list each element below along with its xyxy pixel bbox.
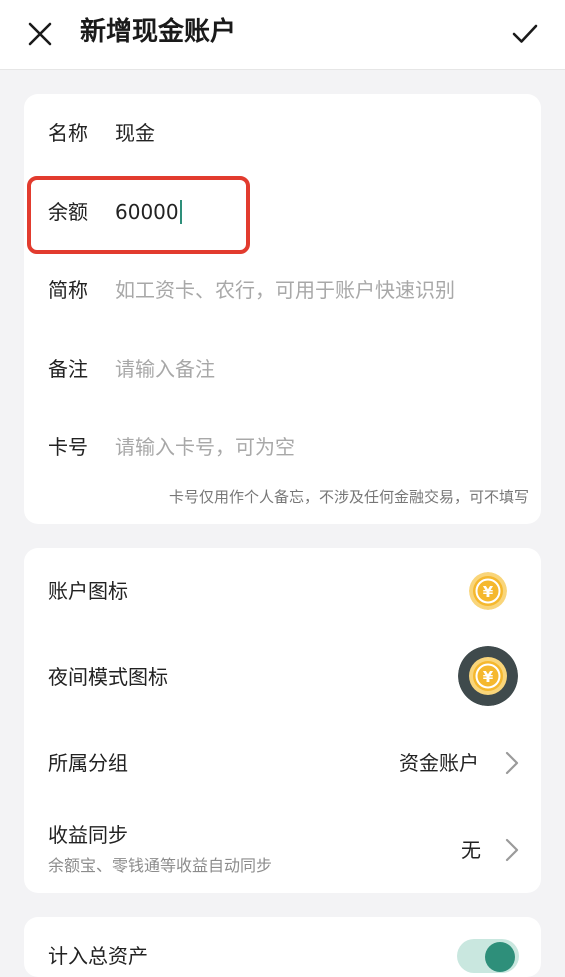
alias-field[interactable]: 如工资卡、农行，可用于账户快速识别 [115,270,455,310]
yuan-coin-icon[interactable]: ¥ [469,572,507,610]
group-row[interactable]: 所属分组 资金账户 [24,748,541,778]
card-number-hint: 卡号仅用作个人备忘，不涉及任何金融交易，可不填写 [168,488,529,506]
note-row[interactable]: 备注 请输入备注 [24,349,541,389]
night-icon-row[interactable]: 夜间模式图标 ¥ [24,646,541,706]
note-field[interactable]: 请输入备注 [115,349,215,389]
card-number-row[interactable]: 卡号 请输入卡号，可为空 [24,427,541,467]
balance-highlight-box [27,176,250,254]
income-sync-row[interactable]: 收益同步 余额宝、零钱通等收益自动同步 无 [24,820,541,880]
name-field[interactable]: 现金 [115,113,155,153]
name-row[interactable]: 名称 现金 [24,113,541,153]
confirm-button[interactable] [505,14,545,54]
close-icon [28,22,52,46]
total-assets-label: 计入总资产 [48,944,148,968]
chevron-right-icon [505,838,519,862]
total-assets-card: 计入总资产 [24,917,541,977]
night-icon-label: 夜间模式图标 [48,665,168,689]
close-button[interactable] [20,14,60,54]
toggle-knob [485,942,515,972]
yuan-coin-dark-icon[interactable]: ¥ [458,646,518,706]
chevron-right-icon [505,751,519,775]
account-icon-row[interactable]: 账户图标 ¥ [24,572,541,610]
account-icon-label: 账户图标 [48,579,128,603]
alias-label: 简称 [48,278,88,302]
account-info-card: 名称 现金 余额 60000 简称 如工资卡、农行，可用于账户快速识别 备注 请… [24,94,541,524]
check-icon [512,24,538,43]
card-number-field[interactable]: 请输入卡号，可为空 [115,427,295,467]
card-number-label: 卡号 [48,435,88,459]
income-sync-value: 无 [461,838,481,862]
income-sync-subtitle: 余额宝、零钱通等收益自动同步 [48,856,273,875]
name-label: 名称 [48,121,88,145]
group-value: 资金账户 [399,751,479,775]
note-label: 备注 [48,357,88,381]
top-bar: 新增现金账户 [0,0,565,70]
page-title: 新增现金账户 [80,17,237,47]
svg-text:¥: ¥ [483,668,494,686]
income-sync-label: 收益同步 [48,823,128,847]
account-settings-card: 账户图标 ¥ 夜间模式图标 ¥ 所属分组 资金账户 收益同步 余额宝、零钱通等收… [24,548,541,893]
alias-row[interactable]: 简称 如工资卡、农行，可用于账户快速识别 [24,270,541,310]
svg-text:¥: ¥ [483,583,494,601]
total-assets-toggle[interactable] [457,939,519,973]
group-label: 所属分组 [48,751,128,775]
